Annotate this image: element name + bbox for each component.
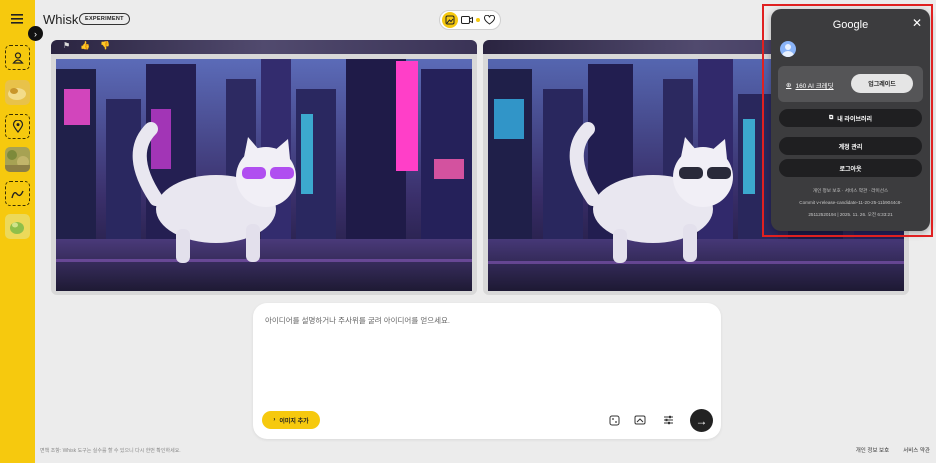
brush-stroke-icon	[11, 190, 24, 198]
prompt-box[interactable]: 아이디어를 설명하거나 주사위를 굴려 아이디어를 얻으세요. › 이미지 추가…	[253, 303, 721, 439]
dice-button[interactable]	[607, 413, 621, 427]
generated-image[interactable]	[56, 59, 472, 291]
favorites-button[interactable]	[482, 13, 496, 27]
account-popup: Google ✕ ⊕ 160 AI 크레딧 업그레이드 ⧉ 내 라이브러리 계정…	[771, 9, 930, 231]
subject-image	[5, 80, 30, 105]
terms-link[interactable]: 서비스 약관	[903, 446, 930, 454]
video-mode-button[interactable]	[460, 13, 474, 27]
footer-links: 개인 정보 보호 서비스 약관	[856, 446, 930, 454]
mode-switch[interactable]	[439, 10, 501, 30]
scene-thumbnail[interactable]	[5, 147, 30, 172]
result-card[interactable]: ⚑ 👍 👎	[51, 40, 477, 295]
avatar	[780, 41, 796, 57]
add-image-label: 이미지 추가	[279, 418, 309, 425]
privacy-link[interactable]: 개인 정보 보호	[856, 446, 889, 454]
thumbs-down-icon[interactable]: 👎	[100, 41, 110, 50]
prompt-input[interactable]: 아이디어를 설명하거나 주사위를 굴려 아이디어를 얻으세요.	[265, 315, 450, 326]
manage-account-button[interactable]: 계정 관리	[779, 137, 922, 155]
experiment-badge: EXPERIMENT	[79, 13, 130, 25]
expand-rail-button[interactable]: ›	[28, 26, 43, 41]
library-label: 내 라이브러리	[837, 116, 873, 123]
chevron-right-icon: ›	[273, 417, 276, 423]
credits-card: ⊕ 160 AI 크레딧 업그레이드	[778, 66, 923, 102]
scene-slot[interactable]	[5, 114, 30, 139]
dice-icon	[609, 415, 619, 425]
disclaimer: 면책 조항: Whisk 도구는 실수를 할 수 있으니 다시 한번 확인하세요…	[40, 448, 181, 454]
arrow-right-icon: →	[695, 413, 708, 428]
video-icon	[461, 16, 473, 24]
credits-icon: ⊕	[786, 82, 792, 89]
build-info: 25112520194 | 2025. 11. 26. 오전 6:33:21	[808, 212, 893, 217]
hamburger-icon	[11, 14, 23, 24]
close-icon[interactable]: ✕	[912, 16, 922, 30]
settings-button[interactable]	[661, 413, 675, 427]
location-pin-icon	[12, 120, 23, 133]
library-button[interactable]: ⧉ 내 라이브러리	[779, 109, 922, 127]
heart-icon	[483, 15, 495, 25]
upgrade-button[interactable]: 업그레이드	[851, 74, 913, 93]
card-toolbar: ⚑ 👍 👎	[51, 40, 477, 54]
logout-button[interactable]: 로그아웃	[779, 159, 922, 177]
person-icon	[11, 51, 24, 64]
credits-label: 160 AI 크레딧	[795, 83, 834, 90]
image-mode-icon	[445, 15, 455, 25]
sliders-icon	[663, 415, 673, 425]
commit-info: Commit v-release-candidate-11-20-25-11b9…	[799, 200, 902, 205]
legal-links[interactable]: 개인 정보 보호 · 서비스 약관 · 라이선스	[771, 188, 930, 194]
subject-thumbnail[interactable]	[5, 80, 30, 105]
image-mode-button[interactable]	[442, 12, 458, 28]
style-thumbnail[interactable]	[5, 214, 30, 239]
chevron-right-icon: ›	[34, 28, 37, 39]
scene-image	[5, 147, 30, 172]
left-rail	[0, 0, 35, 463]
status-dot	[476, 18, 480, 22]
credits-link[interactable]: ⊕ 160 AI 크레딧	[786, 80, 834, 90]
aspect-ratio-icon	[634, 415, 646, 425]
menu-button[interactable]	[7, 9, 27, 29]
app-title: Whisk	[43, 12, 79, 27]
account-title: Google	[832, 19, 869, 31]
library-icon: ⧉	[828, 114, 834, 121]
style-slot[interactable]	[5, 181, 30, 206]
thumbs-up-icon[interactable]: 👍	[80, 41, 90, 50]
subject-slot[interactable]	[5, 45, 30, 70]
style-image	[5, 214, 30, 239]
aspect-ratio-button[interactable]	[633, 413, 647, 427]
add-image-button[interactable]: › 이미지 추가	[262, 411, 320, 429]
flag-icon[interactable]: ⚑	[63, 41, 70, 50]
submit-button[interactable]: →	[690, 409, 713, 432]
